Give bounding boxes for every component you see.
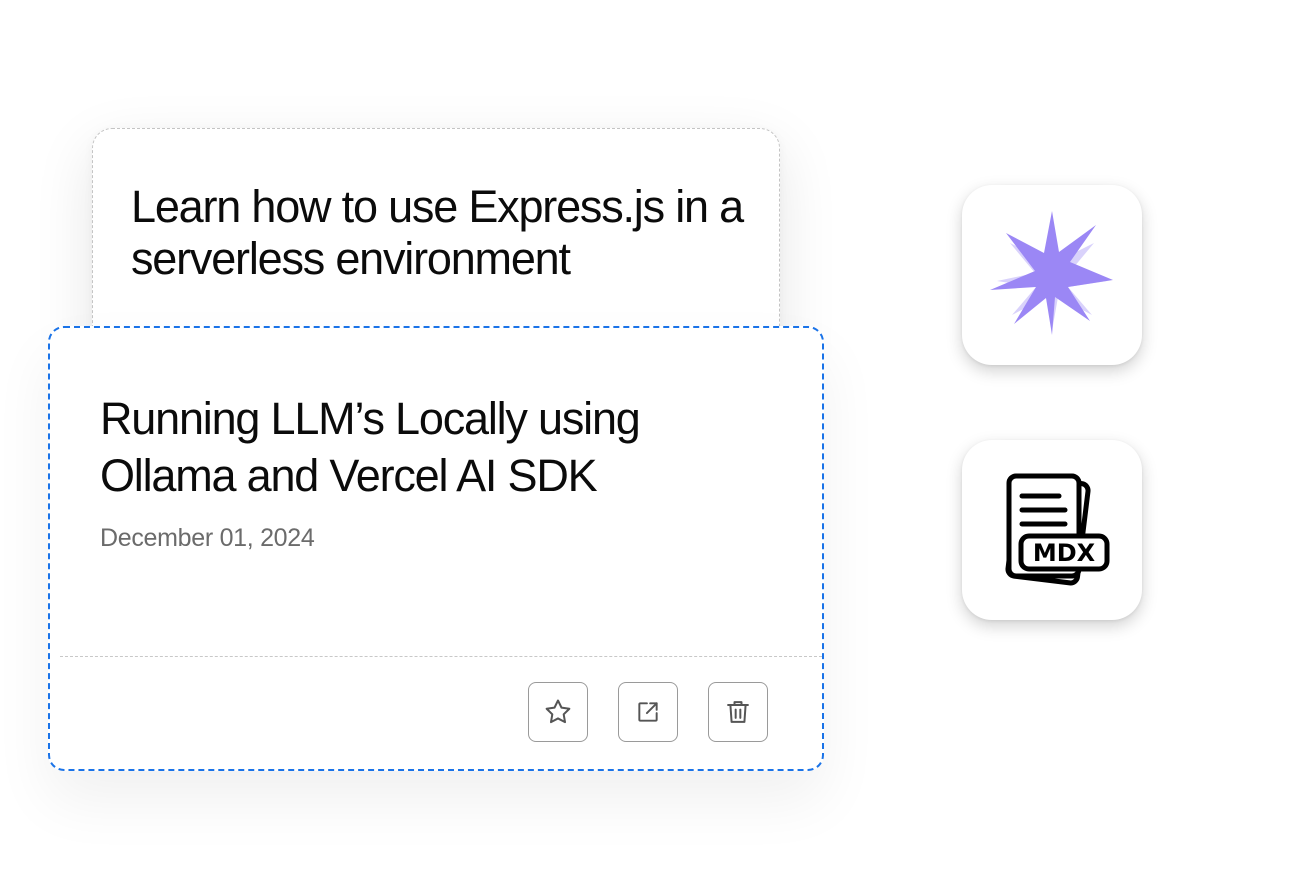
card-actions (528, 682, 768, 742)
favorite-button[interactable] (528, 682, 588, 742)
open-external-button[interactable] (618, 682, 678, 742)
external-link-icon (638, 702, 658, 722)
mdx-label: MDX (1033, 539, 1096, 567)
star-icon (545, 699, 571, 724)
card-divider (60, 656, 822, 657)
delete-button[interactable] (708, 682, 768, 742)
sparkle-star-icon (990, 211, 1113, 335)
post-title: Running LLM’s Locally using Ollama and V… (100, 393, 641, 501)
canvas: Learn how to use Express.js in a serverl… (0, 0, 1315, 879)
post-date: December 01, 2024 (100, 524, 315, 552)
mdx-app-tile[interactable]: MDX (962, 440, 1142, 620)
post-card-selected[interactable]: Running LLM’s Locally using Ollama and V… (48, 326, 824, 771)
trash-icon (727, 701, 749, 723)
post-title: Learn how to use Express.js in a serverl… (131, 181, 744, 284)
mdx-file-icon: MDX (1005, 473, 1110, 586)
sparkle-app-tile[interactable] (962, 185, 1142, 365)
